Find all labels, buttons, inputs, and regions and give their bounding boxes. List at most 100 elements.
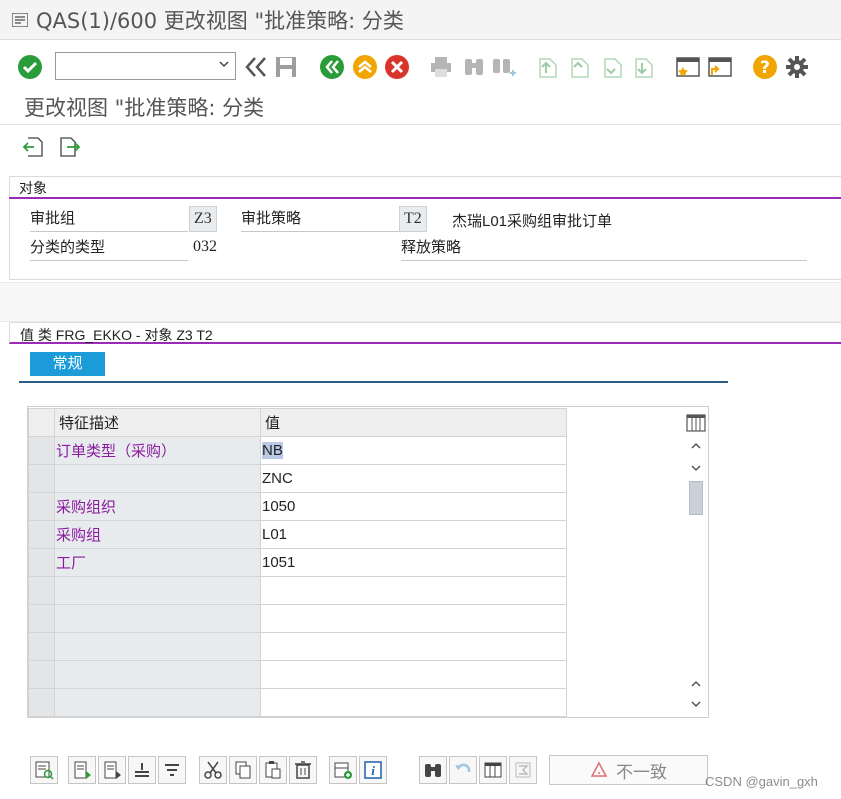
print-button[interactable] [427,53,455,81]
characteristic-cell: 订单类型（采购） [54,436,261,465]
column-header-characteristic[interactable]: 特征描述 [54,408,261,437]
next-page-button[interactable] [600,53,626,81]
row-selector[interactable] [28,548,55,577]
row-selector[interactable] [28,520,55,549]
previous-page-icon [571,58,589,78]
check-button[interactable] [16,53,44,81]
value-cell[interactable]: 1050 [260,492,567,521]
first-page-icon [539,58,557,78]
previous-entry-button[interactable] [20,133,46,161]
title-bar: QAS(1)/600 更改视图 "批准策略: 分类 [0,0,841,40]
object-section-title: 对象 [19,180,47,196]
last-page-button[interactable] [631,53,657,81]
help-button[interactable]: ? [751,53,779,81]
previous-entry-icon [22,137,43,157]
create-session-button[interactable] [674,53,702,81]
next-page-icon [604,58,622,78]
back-history-button[interactable] [242,53,270,81]
class-type-label: 分类的类型 [30,235,188,261]
totals-button[interactable] [509,756,537,784]
delete-button[interactable] [289,756,317,784]
value-cell[interactable]: ZNC [260,464,567,493]
chevron-up-icon[interactable] [689,440,703,452]
table-row: 采购组织 1050 [28,492,567,521]
row-selector[interactable] [28,492,55,521]
table-row [28,576,567,605]
paste-button[interactable] [259,756,287,784]
row-selector[interactable] [28,604,55,633]
release-group-field[interactable]: Z3 [189,206,217,232]
cancel-button[interactable] [383,53,411,81]
select-all-cell[interactable] [28,408,55,437]
menu-icon[interactable] [12,12,28,27]
layout-button[interactable] [479,756,507,784]
exit-icon [353,55,377,79]
save-button[interactable] [272,53,300,81]
release-strategy-description: 杰瑞L01采购组审批订单 [452,213,613,230]
page-title: 更改视图 "批准策略: 分类 [24,96,265,120]
chevron-down-icon[interactable] [689,698,703,710]
table-row [28,604,567,633]
value-cell[interactable] [260,576,567,605]
cancel-icon [385,55,409,79]
table-row [28,688,567,717]
sort-descending-button[interactable] [98,756,126,784]
value-cell[interactable]: NB [260,436,567,465]
value-cell[interactable]: 1051 [260,548,567,577]
value-cell[interactable] [260,688,567,717]
find-button[interactable] [460,53,488,81]
table-row: 工厂 1051 [28,548,567,577]
release-strategy-field[interactable]: T2 [399,206,427,232]
back-button[interactable] [318,53,346,81]
chevron-down-icon[interactable] [219,59,229,69]
next-entry-button[interactable] [57,133,83,161]
find-grid-button[interactable] [419,756,447,784]
details-icon [35,761,54,780]
vertical-scrollbar[interactable] [685,410,707,716]
sort-ascending-button[interactable] [68,756,96,784]
insert-row-button[interactable] [329,756,357,784]
scissors-icon [204,761,222,779]
align-button[interactable] [128,756,156,784]
sort-ascending-icon [74,761,91,779]
insert-row-icon [334,762,352,779]
characteristic-cell [54,688,261,717]
filter-button[interactable] [158,756,186,784]
warning-icon [590,761,608,777]
row-selector[interactable] [28,464,55,493]
chevron-down-icon[interactable] [689,462,703,474]
paste-icon [265,761,281,779]
previous-page-button[interactable] [567,53,593,81]
values-table: 特征描述 值 订单类型（采购） NB ZNC 采购组织 1050 采购组 L01… [28,408,567,717]
row-selector[interactable] [28,436,55,465]
info-button[interactable]: i [359,756,387,784]
chevron-up-icon[interactable] [689,678,703,690]
column-header-value[interactable]: 值 [260,408,567,437]
shortcut-button[interactable] [706,53,734,81]
copy-button[interactable] [229,756,257,784]
settings-button[interactable] [783,53,811,81]
first-page-button[interactable] [535,53,561,81]
inconsistent-button[interactable]: 不一致 [549,755,708,785]
details-button[interactable] [30,756,58,784]
value-cell[interactable] [260,604,567,633]
value-cell[interactable]: L01 [260,520,567,549]
tab-general[interactable]: 常规 [30,352,105,376]
row-selector[interactable] [28,632,55,661]
undo-button[interactable] [449,756,477,784]
cut-button[interactable] [199,756,227,784]
value-cell[interactable] [260,632,567,661]
row-selector[interactable] [28,576,55,605]
trash-icon [295,761,311,779]
scrollbar-thumb[interactable] [689,481,703,515]
divider [0,124,841,125]
value-text-selected[interactable]: NB [262,442,283,459]
exit-button[interactable] [351,53,379,81]
column-settings-icon[interactable] [685,412,707,434]
row-selector[interactable] [28,688,55,717]
command-field[interactable] [55,52,236,80]
find-next-button[interactable] [490,53,518,81]
value-cell[interactable] [260,660,567,689]
row-selector[interactable] [28,660,55,689]
table-row: 采购组 L01 [28,520,567,549]
